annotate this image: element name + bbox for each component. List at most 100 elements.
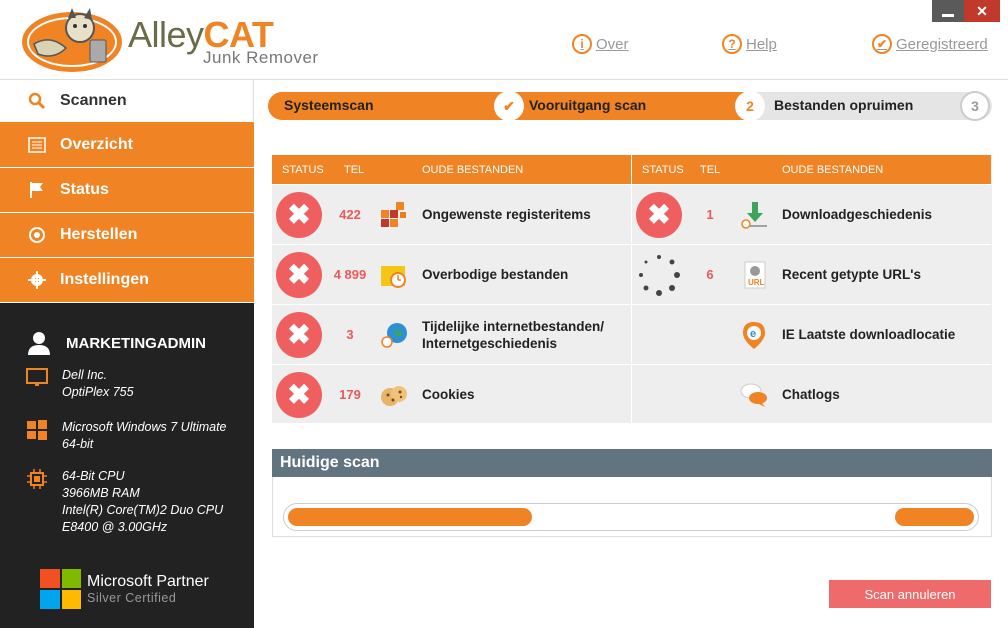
svg-text:e: e bbox=[750, 328, 756, 340]
restore-icon bbox=[28, 226, 46, 244]
cpu-info: 64-Bit CPU 3966MB RAM Intel(R) Core(TM)2… bbox=[26, 468, 223, 536]
computer-vendor: Dell Inc. bbox=[62, 368, 108, 382]
folder-clock-icon bbox=[378, 259, 410, 291]
current-scan-panel bbox=[272, 477, 992, 537]
error-x-icon: ✖ bbox=[276, 251, 322, 298]
computer-model: OptiPlex 755 bbox=[62, 385, 134, 399]
logo-alley-text: Alley bbox=[128, 14, 204, 55]
globe-icon bbox=[378, 319, 410, 351]
table-header: STATUS TEL OUDE BESTANDEN bbox=[632, 155, 991, 184]
microsoft-partner-badge: Microsoft Partner Silver Certified bbox=[40, 569, 209, 609]
registry-icon bbox=[378, 199, 410, 231]
help-link[interactable]: ? Help bbox=[722, 34, 777, 54]
table-row: ✖ 179 Cookies bbox=[272, 364, 631, 424]
partner-subtitle: Silver Certified bbox=[87, 591, 177, 605]
os-info: Microsoft Windows 7 Ultimate 64-bit bbox=[26, 419, 227, 453]
username: MARKETINGADMIN bbox=[66, 334, 206, 352]
item-count: 179 bbox=[339, 387, 361, 402]
item-label: IE Laatste downloadlocatie bbox=[782, 327, 956, 342]
registered-link-label: Geregistreerd bbox=[896, 35, 988, 53]
item-count: 422 bbox=[339, 207, 361, 222]
loading-spinner-icon bbox=[639, 254, 680, 296]
windows-icon bbox=[27, 420, 47, 440]
header-count: TEL bbox=[344, 164, 365, 176]
item-count: 4 899 bbox=[333, 267, 367, 282]
download-icon bbox=[738, 199, 770, 231]
scan-progress-bar bbox=[283, 503, 979, 531]
help-icon: ? bbox=[722, 34, 742, 54]
cpu-speed: E8400 @ 3.00GHz bbox=[62, 520, 168, 534]
step-number-3: 3 bbox=[960, 91, 990, 121]
sidebar-item-label: Herstellen bbox=[60, 226, 138, 243]
table-row: ✖ 422 Ongewenste registeritems bbox=[272, 184, 631, 244]
sidebar-item-status[interactable]: Status bbox=[0, 168, 254, 213]
header-name: OUDE BESTANDEN bbox=[422, 164, 524, 176]
item-label: Ongewenste registeritems bbox=[422, 207, 591, 222]
item-label: Recent getypte URL's bbox=[782, 267, 921, 282]
cpu-bits: 64-Bit CPU bbox=[62, 469, 125, 483]
table-row: ✖ 4 899 Overbodige bestanden bbox=[272, 244, 631, 304]
microsoft-logo-icon bbox=[40, 569, 81, 609]
item-count: 1 bbox=[706, 207, 714, 222]
step-number-2: 2 bbox=[735, 91, 765, 121]
table-row: 6 URL Recent getypte URL's bbox=[632, 244, 991, 304]
list-icon bbox=[28, 136, 46, 154]
step-opruimen: Bestanden opruimen bbox=[774, 97, 914, 113]
check-icon: ✔ bbox=[872, 34, 892, 54]
item-label: Downloadgeschiedenis bbox=[782, 207, 933, 222]
item-label: Tijdelijke internetbestanden/ Internetge… bbox=[422, 318, 604, 352]
app-header: AlleyCAT Junk Remover i Over ? Help ✔ Ge… bbox=[0, 0, 1008, 80]
search-icon bbox=[28, 92, 46, 110]
url-icon: URL bbox=[738, 259, 770, 291]
user-info: MARKETINGADMIN bbox=[28, 331, 206, 355]
cookie-icon bbox=[378, 379, 410, 411]
sidebar-item-instellingen[interactable]: Instellingen bbox=[0, 258, 254, 303]
item-label: Chatlogs bbox=[782, 387, 840, 402]
table-row: Chatlogs bbox=[632, 364, 991, 424]
table-row: ✖ 1 Downloadgeschiedenis bbox=[632, 184, 991, 244]
os-name: Microsoft Windows 7 Ultimate bbox=[62, 420, 227, 434]
sidebar-item-scannen[interactable]: Scannen bbox=[0, 80, 254, 123]
error-x-icon: ✖ bbox=[276, 371, 322, 418]
current-scan-title: Huidige scan bbox=[272, 449, 992, 477]
sidebar-item-overzicht[interactable]: Overzicht bbox=[0, 123, 254, 168]
progress-segment bbox=[288, 508, 532, 526]
header-count: TEL bbox=[700, 164, 721, 176]
item-count: 3 bbox=[346, 327, 354, 342]
info-icon: i bbox=[572, 34, 592, 54]
step-complete-check-icon: ✔ bbox=[494, 91, 524, 121]
step-systeemscan: Systeemscan bbox=[284, 97, 374, 113]
scan-results-table: STATUS TEL OUDE BESTANDEN ✖ 422 Ongewens… bbox=[272, 155, 992, 423]
sidebar-item-herstellen[interactable]: Herstellen bbox=[0, 213, 254, 258]
item-label: Cookies bbox=[422, 387, 475, 402]
step-vooruitgang: Vooruitgang scan bbox=[529, 97, 647, 113]
computer-info: Dell Inc. OptiPlex 755 bbox=[26, 367, 134, 401]
header-status: STATUS bbox=[642, 164, 684, 176]
partner-title: Microsoft Partner bbox=[87, 573, 209, 590]
steps-bar: Systeemscan ✔ Vooruitgang scan 2 Bestand… bbox=[268, 91, 992, 121]
chat-icon bbox=[738, 379, 770, 411]
os-arch: 64-bit bbox=[62, 437, 94, 451]
system-info-panel: MARKETINGADMIN Dell Inc. OptiPlex 755 Mic… bbox=[0, 303, 254, 628]
item-label-line2: Internetgeschiedenis bbox=[422, 335, 558, 351]
cancel-scan-button[interactable]: Scan annuleren bbox=[829, 580, 991, 608]
cpu-icon bbox=[27, 469, 47, 489]
table-header: STATUS TEL OUDE BESTANDEN bbox=[272, 155, 631, 184]
scan-column-right: STATUS TEL OUDE BESTANDEN ✖ 1 Downloadge… bbox=[632, 155, 991, 423]
ram: 3966MB RAM bbox=[62, 486, 140, 500]
about-link[interactable]: i Over bbox=[572, 34, 629, 54]
alleycat-logo-icon bbox=[22, 8, 122, 72]
table-row: ✖ 3 Tijdelijke internetbestanden/ Intern… bbox=[272, 304, 631, 364]
sidebar-item-label: Status bbox=[60, 181, 109, 198]
sidebar-item-label: Overzicht bbox=[60, 136, 133, 153]
sidebar-item-label: Instellingen bbox=[60, 271, 149, 288]
monitor-icon bbox=[26, 368, 48, 386]
header-status: STATUS bbox=[282, 164, 324, 176]
registered-link[interactable]: ✔ Geregistreerd bbox=[872, 34, 988, 54]
table-row: e IE Laatste downloadlocatie bbox=[632, 304, 991, 364]
svg-text:URL: URL bbox=[748, 278, 765, 287]
sidebar-item-label: Scannen bbox=[60, 92, 127, 109]
user-icon bbox=[28, 332, 50, 355]
ie-location-icon: e bbox=[738, 319, 770, 351]
header-name: OUDE BESTANDEN bbox=[782, 164, 884, 176]
